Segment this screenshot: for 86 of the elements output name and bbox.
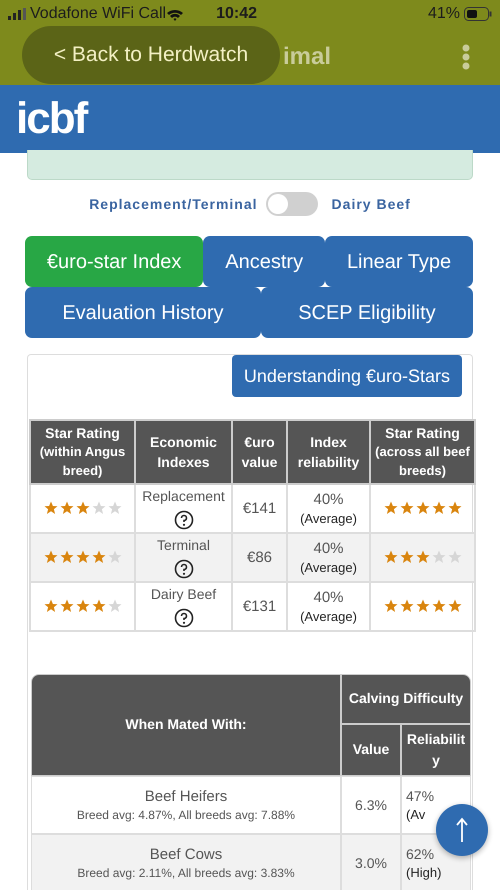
index-name: Terminal <box>156 536 211 556</box>
star-icon <box>76 599 90 614</box>
carrier-name: Vodafone WiFi Call <box>30 4 166 24</box>
star-icon <box>92 550 106 564</box>
scroll-to-top-button[interactable] <box>436 804 488 856</box>
star-icon <box>76 501 90 516</box>
difficulty-value: 6.3% <box>341 776 401 834</box>
star-icon <box>400 501 414 516</box>
reliability-value: 62% <box>406 844 436 864</box>
view-toggle[interactable] <box>266 192 318 216</box>
tab[interactable]: Evaluation History <box>25 287 261 338</box>
status-time: 10:42 <box>216 4 257 24</box>
reliability-value: 40% <box>312 538 345 559</box>
battery-icon <box>464 7 492 21</box>
star-icon <box>108 550 122 564</box>
icbf-logo: icbf <box>16 97 86 141</box>
star-icon <box>432 501 446 516</box>
help-icon[interactable] <box>174 608 194 628</box>
tab[interactable]: Linear Type <box>325 236 474 287</box>
star-icon <box>400 550 414 564</box>
more-menu-icon <box>462 44 470 70</box>
column-header: When Mated With: <box>31 674 341 776</box>
star-icon <box>432 599 446 614</box>
star-icon <box>384 550 398 564</box>
signal-icon <box>8 8 26 20</box>
star-icon <box>76 550 90 564</box>
column-header: Star Rating <box>384 424 461 443</box>
breed-averages: Breed avg: 2.11%, All breeds avg: 3.83% <box>76 865 296 882</box>
star-icon <box>44 599 58 614</box>
tab[interactable]: SCEP Eligibility <box>260 287 473 338</box>
column-header: €uro value <box>232 420 287 484</box>
column-subtitle: (within Angus breed) <box>38 443 126 480</box>
app-bar-title: imal <box>283 42 332 72</box>
star-icon <box>448 501 462 516</box>
star-icon <box>60 599 74 614</box>
column-header: Index reliability <box>287 420 370 484</box>
group-name: Beef Cows <box>148 844 224 865</box>
toggle-label: Replacement/Terminal <box>89 194 258 214</box>
reliability-label: (Average) <box>299 510 358 528</box>
reliability-label: (High) <box>406 864 442 882</box>
arrow-up-icon <box>455 817 469 843</box>
star-icon <box>108 599 122 614</box>
star-icon <box>60 501 74 516</box>
help-icon[interactable] <box>174 558 194 579</box>
star-icon <box>416 501 430 516</box>
star-icon <box>60 550 74 564</box>
star-icon <box>44 501 58 516</box>
column-header: Reliabilit y <box>401 724 472 776</box>
euro-value: €131 <box>232 582 287 631</box>
tab[interactable]: Ancestry <box>203 236 326 287</box>
column-header: Star Rating <box>44 424 121 443</box>
reliability-label: (Average) <box>299 558 358 577</box>
star-icon <box>432 550 446 564</box>
breed-averages: Breed avg: 4.87%, All breeds avg: 7.88% <box>76 807 296 824</box>
star-icon <box>92 501 106 516</box>
column-subtitle: (across all beef breeds) <box>374 443 471 480</box>
column-header: Calving Difficulty <box>341 674 472 724</box>
index-name: Replacement <box>141 487 226 506</box>
star-icon <box>384 501 398 516</box>
difficulty-value: 3.0% <box>341 834 401 890</box>
star-icon <box>416 599 430 614</box>
understanding-button[interactable]: Understanding €uro-Stars <box>232 355 462 397</box>
wifi-icon <box>166 8 184 20</box>
toggle-label: Dairy Beef <box>332 194 411 214</box>
help-icon[interactable] <box>174 510 194 530</box>
reliability-value: 40% <box>312 490 345 510</box>
star-icon <box>416 550 430 564</box>
battery-level: 41% <box>428 4 460 24</box>
index-name: Dairy Beef <box>150 585 218 604</box>
column-header: Value <box>341 724 401 776</box>
reliability-label: (Av <box>406 806 426 824</box>
star-icon <box>400 599 414 614</box>
reliability-label: (Average) <box>299 608 358 626</box>
star-icon <box>448 550 462 564</box>
star-icon <box>108 501 122 516</box>
star-icon <box>92 599 106 614</box>
group-name: Beef Heifers <box>144 786 228 807</box>
euro-value: €86 <box>232 532 287 582</box>
star-icon <box>448 599 462 614</box>
star-icon <box>384 599 398 614</box>
back-button[interactable]: < Back to Herdwatch <box>22 26 280 84</box>
column-header: Economic Indexes <box>135 420 232 484</box>
reliability-value: 40% <box>312 588 345 608</box>
reliability-value: 47% <box>406 786 436 806</box>
tab[interactable]: €uro-star Index <box>25 236 204 287</box>
star-icon <box>44 550 58 564</box>
